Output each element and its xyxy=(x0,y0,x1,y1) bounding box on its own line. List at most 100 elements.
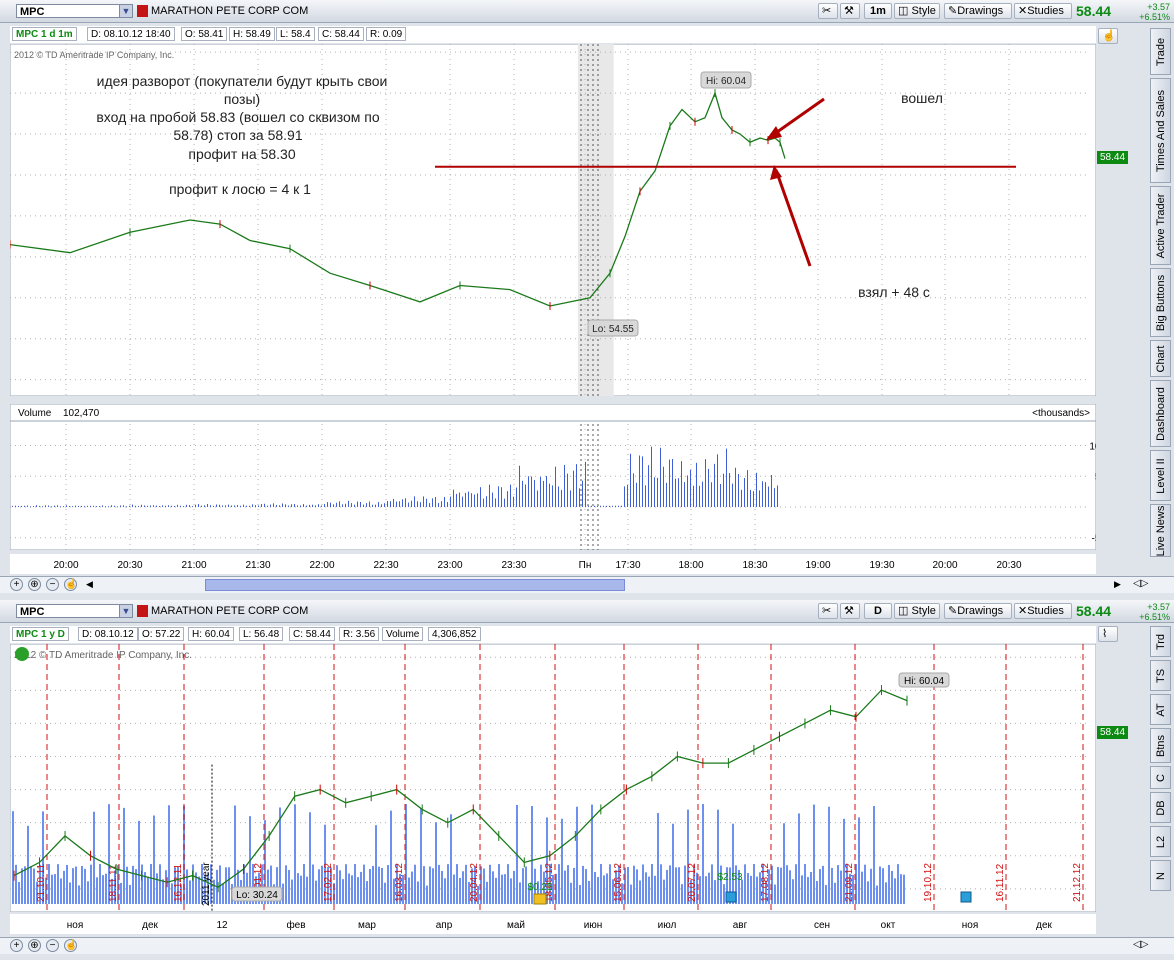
intraday-price-chart[interactable]: 535455565758596061идея разворот (покупат… xyxy=(10,44,1096,396)
symbol-input[interactable]: MPC xyxy=(16,604,120,618)
side-tab-3[interactable]: Btns xyxy=(1150,728,1171,763)
volume-bar xyxy=(882,868,884,904)
volume-bar xyxy=(354,864,356,904)
symbol-input[interactable]: MPC xyxy=(16,4,120,18)
x-tick-label: 18:30 xyxy=(742,560,767,571)
volume-bar xyxy=(138,820,140,904)
side-tab-0[interactable]: Trade xyxy=(1150,28,1171,75)
side-tab-5[interactable]: DB xyxy=(1150,792,1171,823)
volume-bar xyxy=(198,504,199,507)
volume-bar xyxy=(777,866,779,904)
volume-bar xyxy=(819,869,821,904)
volume-bar xyxy=(840,870,842,904)
studies-button[interactable]: ✕Studies xyxy=(1014,3,1072,19)
volume-bar xyxy=(456,864,458,904)
link-color-icon[interactable] xyxy=(137,5,148,17)
volume-bar xyxy=(390,810,392,904)
side-tab-5[interactable]: Dashboard xyxy=(1150,380,1171,447)
scroll-left-icon[interactable]: ◀ xyxy=(86,579,93,590)
volume-bar xyxy=(609,864,611,904)
zoom-out-icon[interactable]: − xyxy=(46,939,59,952)
dividend-icon xyxy=(533,893,547,905)
volume-bar xyxy=(294,503,295,507)
volume-bar xyxy=(723,884,725,904)
zoom-in-icon[interactable]: + xyxy=(10,578,23,591)
volume-bar xyxy=(555,466,556,507)
tools-icon[interactable]: ⚒ xyxy=(840,3,860,19)
side-tab-7[interactable]: N xyxy=(1150,860,1171,891)
volume-bar xyxy=(462,871,464,904)
volume-bar xyxy=(660,864,662,904)
volume-bar xyxy=(381,504,382,507)
volume-bar xyxy=(627,866,629,904)
side-tab-3[interactable]: Big Buttons xyxy=(1150,268,1171,337)
y-tick-label: 100 xyxy=(1089,442,1096,453)
volume-bar xyxy=(51,506,52,508)
side-tab-4[interactable]: Chart xyxy=(1150,340,1171,377)
volume-bar xyxy=(360,871,362,904)
side-tab-7[interactable]: Live News xyxy=(1150,504,1171,557)
side-tab-6[interactable]: Level II xyxy=(1150,450,1171,501)
volume-bar xyxy=(705,876,707,904)
expand-icon[interactable]: ◁▷ xyxy=(1133,578,1148,589)
expand-icon[interactable]: ◁▷ xyxy=(1133,939,1148,950)
symbol-dropdown-icon[interactable]: ▼ xyxy=(119,4,133,18)
volume-bar xyxy=(789,870,791,904)
link-color-icon[interactable] xyxy=(137,605,148,617)
studies-button[interactable]: ✕Studies xyxy=(1014,603,1072,619)
volume-bar xyxy=(351,503,352,507)
volume-bar xyxy=(600,864,602,904)
tools-icon[interactable]: ⚒ xyxy=(840,603,860,619)
symbol-dropdown-icon[interactable]: ▼ xyxy=(119,604,133,618)
aggregation-button[interactable]: D xyxy=(864,603,892,619)
annotation-entry-2: 58.78) стоп за 58.91 xyxy=(173,127,302,143)
daily-scrollbar[interactable]: + ⊕ − ☝ ◁▷ xyxy=(0,937,1174,954)
scroll-right-icon[interactable]: ▶ xyxy=(1114,579,1121,590)
intraday-scrollbar[interactable]: + ⊕ − ☝ ◀ ▶ ◁▷ xyxy=(0,576,1174,593)
intraday-volume-chart[interactable]: Volume102,470<thousands>-50050100 xyxy=(10,404,1096,550)
volume-bar xyxy=(219,504,220,507)
side-tab-1[interactable]: TS xyxy=(1150,660,1171,691)
volume-bar xyxy=(117,506,118,508)
pan-icon[interactable]: ☝ xyxy=(64,578,77,591)
chart-type-icon[interactable]: ⌇ xyxy=(1098,626,1118,642)
volume-bar xyxy=(756,876,758,904)
scroll-thumb[interactable] xyxy=(205,579,625,591)
zoom-fit-icon[interactable]: ⊕ xyxy=(28,939,41,952)
volume-bar xyxy=(648,876,650,904)
x-tick-label: 17:30 xyxy=(615,560,640,571)
volume-bar xyxy=(681,461,682,507)
volume-bar xyxy=(168,805,170,904)
volume-bar xyxy=(162,879,164,904)
style-button[interactable]: ◫ Style xyxy=(894,603,940,619)
style-button[interactable]: ◫ Style xyxy=(894,3,940,19)
change-pct: +6.51% xyxy=(1139,612,1170,622)
side-tab-0[interactable]: Trd xyxy=(1150,626,1171,657)
volume-bar xyxy=(675,867,677,904)
daily-price-chart[interactable]: 303540455055606521.10.1118.11.1116.12.11… xyxy=(10,644,1096,912)
volume-bar xyxy=(162,505,163,507)
drawings-button[interactable]: ✎Drawings xyxy=(944,3,1012,19)
volume-bar xyxy=(762,481,763,507)
volume-bar xyxy=(72,868,74,904)
volume-bar xyxy=(624,486,625,507)
pan-icon[interactable]: ☝ xyxy=(64,939,77,952)
side-tab-4[interactable]: C xyxy=(1150,766,1171,789)
volume-bar xyxy=(621,505,622,507)
side-tab-6[interactable]: L2 xyxy=(1150,826,1171,857)
volume-bar xyxy=(381,867,383,904)
last-price: 58.44 xyxy=(1076,603,1112,619)
zoom-fit-icon[interactable]: ⊕ xyxy=(28,578,41,591)
cursor-tool-icon[interactable]: ☝ xyxy=(1098,28,1118,44)
aggregation-button[interactable]: 1m xyxy=(864,3,892,19)
side-tab-1[interactable]: Times And Sales xyxy=(1150,78,1171,183)
settings-icon[interactable]: ✂ xyxy=(818,3,838,19)
lo-label: Lo: 54.55 xyxy=(592,324,634,335)
settings-icon[interactable]: ✂ xyxy=(818,603,838,619)
volume-bar xyxy=(810,871,812,904)
side-tab-2[interactable]: AT xyxy=(1150,694,1171,725)
side-tab-2[interactable]: Active Trader xyxy=(1150,186,1171,265)
zoom-in-icon[interactable]: + xyxy=(10,939,23,952)
drawings-button[interactable]: ✎Drawings xyxy=(944,603,1012,619)
zoom-out-icon[interactable]: − xyxy=(46,578,59,591)
